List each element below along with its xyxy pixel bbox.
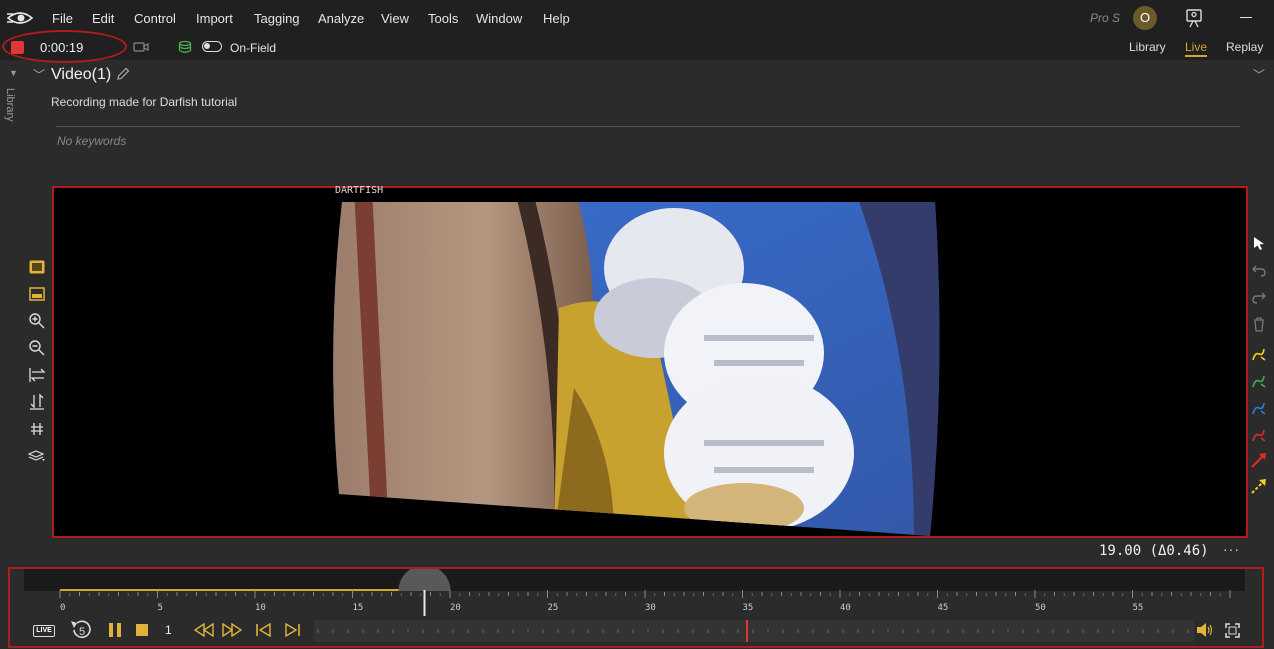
timeline-track-graphics xyxy=(60,565,451,617)
step-forward-icon[interactable] xyxy=(283,623,301,637)
volume-icon[interactable] xyxy=(1196,622,1214,638)
menu-help[interactable]: Help xyxy=(543,11,570,26)
active-tab-indicator xyxy=(1185,55,1207,57)
user-avatar[interactable]: O xyxy=(1133,6,1157,30)
video-description[interactable]: Recording made for Darfish tutorial xyxy=(51,95,237,109)
library-collapse-icon[interactable]: ▼ xyxy=(9,68,18,78)
replay-seconds: 5 xyxy=(79,626,85,638)
flip-horizontal-icon[interactable] xyxy=(28,366,46,384)
delete-icon[interactable] xyxy=(1251,316,1267,332)
step-back-icon[interactable] xyxy=(255,623,273,637)
menu-window[interactable]: Window xyxy=(476,11,522,26)
video-title: Video(1) xyxy=(51,66,112,83)
dartfish-logo-icon xyxy=(6,12,34,24)
zoom-in-icon[interactable] xyxy=(28,312,46,330)
arrow-yellow-icon[interactable] xyxy=(1251,478,1267,494)
library-sidebar-label[interactable]: Library xyxy=(4,88,16,122)
shuttle-bar[interactable] xyxy=(314,620,1194,642)
video-viewer[interactable] xyxy=(52,186,1248,538)
live-badge-button[interactable]: LIVE xyxy=(33,625,55,637)
database-icon[interactable] xyxy=(178,40,192,54)
replay-back-icon[interactable]: 5 xyxy=(68,619,96,641)
record-time: 0:00:19 xyxy=(40,40,84,55)
tab-library[interactable]: Library xyxy=(1129,40,1166,54)
edition-label: Pro S xyxy=(1090,11,1121,25)
grid-icon[interactable] xyxy=(28,420,46,438)
divider xyxy=(56,126,1240,127)
chevron-down-icon[interactable]: ﹀ xyxy=(33,66,45,83)
timeline-track[interactable] xyxy=(24,565,1245,617)
ruler-label: 25 xyxy=(548,603,559,613)
ruler-label: 55 xyxy=(1133,603,1144,613)
ruler-label: 35 xyxy=(743,603,754,613)
menu-bar xyxy=(0,0,1274,36)
ruler-label: 50 xyxy=(1035,603,1046,613)
on-field-label: On-Field xyxy=(230,41,277,55)
timecode-readout: 19.00 (Δ0.46) xyxy=(1099,543,1209,559)
redo-icon[interactable] xyxy=(1251,289,1267,305)
more-options-button[interactable]: ··· xyxy=(1223,541,1240,557)
ruler-label: 40 xyxy=(840,603,851,613)
ruler-label: 10 xyxy=(255,603,266,613)
ruler-label: 5 xyxy=(158,603,163,613)
pen-blue-icon[interactable] xyxy=(1251,400,1267,416)
on-field-toggle[interactable] xyxy=(202,41,222,52)
record-stop-button[interactable] xyxy=(11,41,24,54)
edit-pencil-icon[interactable] xyxy=(116,67,130,81)
fullscreen-icon[interactable] xyxy=(1225,623,1240,638)
menu-edit[interactable]: Edit xyxy=(92,11,114,26)
undo-icon[interactable] xyxy=(1251,262,1267,278)
menu-file[interactable]: File xyxy=(52,11,73,26)
tab-live[interactable]: Live xyxy=(1185,40,1207,54)
ruler-label: 15 xyxy=(353,603,364,613)
video-watermark: DARTFISH xyxy=(335,185,384,196)
rewind-icon[interactable] xyxy=(194,623,214,637)
fit-frame-icon[interactable] xyxy=(28,258,46,276)
camera-icon[interactable] xyxy=(133,40,149,54)
menu-import[interactable]: Import xyxy=(196,11,233,26)
tab-replay[interactable]: Replay xyxy=(1226,40,1263,54)
menu-analyze[interactable]: Analyze xyxy=(318,11,364,26)
playhead-knob[interactable] xyxy=(398,565,451,617)
pointer-icon[interactable] xyxy=(1251,235,1267,251)
panel-collapse-icon[interactable]: ﹀ xyxy=(1253,66,1265,83)
stop-button[interactable] xyxy=(135,623,149,637)
menu-control[interactable]: Control xyxy=(134,11,176,26)
menu-tools[interactable]: Tools xyxy=(428,11,458,26)
playback-speed[interactable]: 1 xyxy=(165,623,172,637)
ruler-label: 30 xyxy=(645,603,656,613)
ruler-label: 45 xyxy=(938,603,949,613)
arrow-red-icon[interactable] xyxy=(1251,452,1267,468)
video-frame-image xyxy=(333,202,940,536)
pen-red-icon[interactable] xyxy=(1251,427,1267,443)
flip-vertical-icon[interactable] xyxy=(28,393,46,411)
fast-forward-icon[interactable] xyxy=(222,623,242,637)
feedback-icon[interactable] xyxy=(1184,8,1204,28)
pen-green-icon[interactable] xyxy=(1251,373,1267,389)
ruler-label: 0 xyxy=(60,603,65,613)
zoom-out-icon[interactable] xyxy=(28,339,46,357)
pen-yellow-icon[interactable] xyxy=(1251,346,1267,362)
layers-icon[interactable] xyxy=(28,447,46,465)
keywords-field[interactable]: No keywords xyxy=(57,134,126,148)
menu-tagging[interactable]: Tagging xyxy=(254,11,300,26)
pause-button[interactable] xyxy=(107,621,123,639)
minimize-icon[interactable] xyxy=(1240,17,1252,18)
timeline-ruler[interactable]: 0 5 10 15 20 25 30 35 40 45 50 55 xyxy=(24,590,1248,618)
ruler-label: 20 xyxy=(450,603,461,613)
aspect-icon[interactable] xyxy=(28,285,46,303)
menu-view[interactable]: View xyxy=(381,11,409,26)
